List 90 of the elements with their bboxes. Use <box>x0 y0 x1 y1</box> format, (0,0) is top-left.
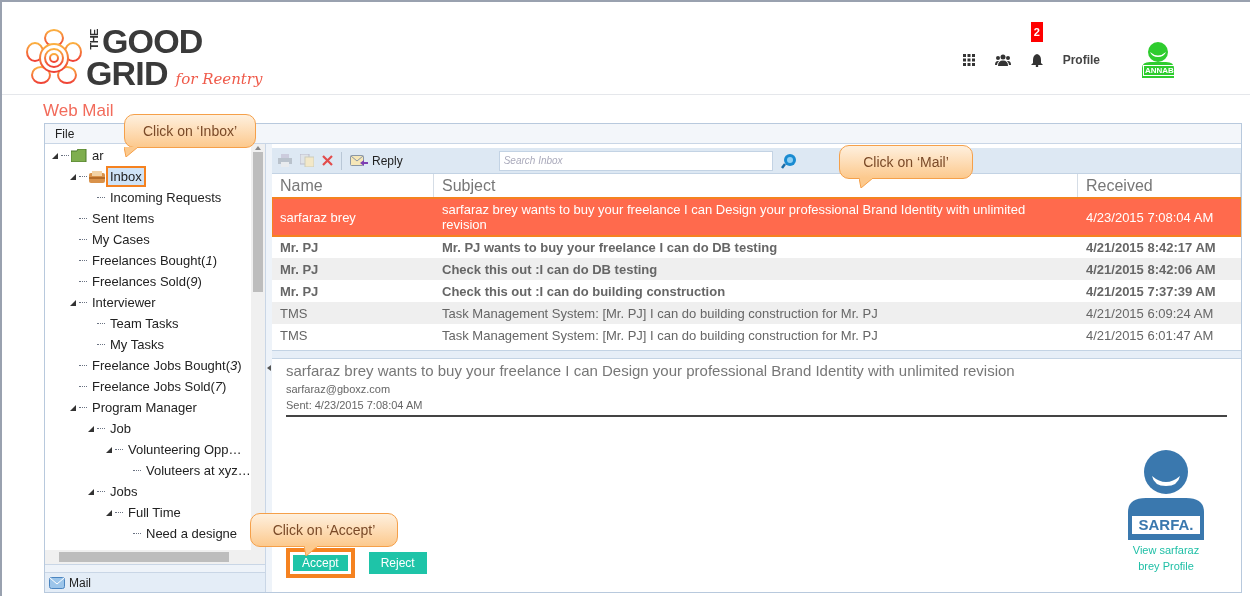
message-row[interactable]: Mr. PJ Check this out :I can do DB testing 4/21/2015 8:42:06 AM <box>272 258 1241 280</box>
logo-tagline: for Reentry <box>175 72 263 87</box>
vertical-scrollbar[interactable] <box>251 144 265 550</box>
search-icon[interactable] <box>780 152 797 169</box>
subject-cell-text: Task Management System: [Mr. PJ] I can do building construction for Mr. PJ <box>441 305 879 321</box>
expanded-triangle-icon[interactable] <box>70 404 76 411</box>
avatar-label: SARFA. <box>1132 516 1200 534</box>
tree-item[interactable]: My Tasks <box>108 336 166 353</box>
sender-cell-text: sarfaraz brey <box>279 209 357 225</box>
tree-item[interactable]: Program Manager <box>90 399 199 416</box>
callout-pointer-icon <box>124 147 138 157</box>
expanded-triangle-icon[interactable] <box>70 173 76 180</box>
expanded-triangle-icon[interactable] <box>52 152 58 159</box>
sender-cell-text: Mr. PJ <box>279 283 320 299</box>
sender-cell-text: TMS <box>279 305 309 321</box>
notification-count: 2 <box>1030 21 1043 42</box>
sent-date: Sent: 4/23/2015 7:08:04 AM <box>286 398 424 413</box>
tooltip-callout: Click on ‘Mail’ <box>839 145 973 179</box>
inbox-icon <box>89 170 105 183</box>
subject-cell-text: sarfaraz brey wants to buy your freelance I can Design your professional Brand Identity with unlimited revision <box>441 202 1027 232</box>
delete-icon[interactable] <box>322 155 333 166</box>
tree-item[interactable]: Job <box>108 420 133 437</box>
person-silhouette-icon <box>1140 42 1176 78</box>
tree-item[interactable]: Freelances Bought(1) <box>90 252 220 269</box>
menu-item[interactable]: File <box>55 124 75 143</box>
received-cell-text: 4/21/2015 6:09:24 AM <box>1085 305 1215 321</box>
tree-item[interactable]: Freelance Jobs Bought(3) <box>90 357 244 374</box>
received-cell-text: 4/21/2015 8:42:17 AM <box>1085 239 1217 255</box>
expanded-triangle-icon[interactable] <box>106 509 112 516</box>
column-header[interactable]: Received <box>1078 174 1241 198</box>
page-title: Web Mail <box>43 100 114 122</box>
tree-item[interactable]: ar <box>90 147 106 164</box>
tree-item[interactable]: Freelances Sold(9) <box>90 273 204 290</box>
expanded-triangle-icon[interactable] <box>88 425 94 432</box>
column-header[interactable]: Subject <box>434 174 1078 198</box>
logo-text: GRID <box>86 57 168 89</box>
received-cell-text: 4/23/2015 7:08:04 AM <box>1085 209 1215 225</box>
expanded-triangle-icon[interactable] <box>88 488 94 495</box>
expanded-triangle-icon[interactable] <box>106 446 112 453</box>
callout-pointer-icon <box>859 178 873 188</box>
grid-icon[interactable] <box>962 54 975 66</box>
tree-item[interactable]: Need a designe <box>144 525 240 542</box>
callout-pointer-icon <box>304 546 318 556</box>
scrollbar-thumb[interactable] <box>253 152 263 292</box>
message-subject: sarfaraz brey wants to buy your freelance I can Design your professional Brand Identity with unlimited revision <box>286 361 1016 381</box>
envelope-reply-icon <box>350 154 368 167</box>
tree-item[interactable]: Sent Items <box>90 210 157 227</box>
tree-item[interactable]: My Cases <box>90 231 152 248</box>
sender-cell-text: Mr. PJ <box>279 261 320 277</box>
subject-cell-text: Check this out :I can do DB testing <box>441 261 659 277</box>
message-row[interactable]: Mr. PJ Mr. PJ wants to buy your freelance I can do DB testing 4/21/2015 8:42:17 AM <box>272 236 1241 258</box>
tree-item[interactable]: Team Tasks <box>108 315 181 332</box>
tooltip-callout: Click on ‘Accept’ <box>250 513 398 547</box>
scroll-up-arrow-icon[interactable] <box>255 146 261 150</box>
envelope-icon <box>49 576 65 589</box>
sender-cell-text: TMS <box>279 327 309 343</box>
mail-nav-button[interactable]: Mail <box>45 572 265 592</box>
bell-icon[interactable] <box>1030 53 1043 67</box>
collapse-arrow-icon[interactable] <box>267 365 271 371</box>
tree-item[interactable]: Volunteering Opp… <box>126 441 244 458</box>
received-cell-text: 4/21/2015 6:01:47 AM <box>1085 327 1215 343</box>
tree-item[interactable]: Full Time <box>126 504 183 521</box>
tree-item[interactable]: Freelance Jobs Sold(7) <box>90 378 229 395</box>
received-cell-text: 4/21/2015 7:37:39 AM <box>1085 283 1217 299</box>
mail-label: Mail <box>69 574 91 592</box>
scrollbar-thumb[interactable] <box>59 552 229 562</box>
profile-link[interactable]: Profile <box>1062 51 1100 69</box>
received-cell-text: 4/21/2015 8:42:06 AM <box>1085 261 1217 277</box>
subject-cell-text: Check this out :I can do building construction <box>441 283 727 299</box>
tree-item[interactable]: Interviewer <box>90 294 158 311</box>
tree-item[interactable]: Voluteers at xyz… <box>144 462 251 479</box>
sender-avatar[interactable]: SARFA. <box>1128 450 1204 540</box>
message-row[interactable]: TMS Task Management System: [Mr. PJ] I can do building construction for Mr. PJ 4/21/2015 6:09:24 AM <box>272 302 1241 324</box>
sender-cell-text: Mr. PJ <box>279 239 320 255</box>
tree-item[interactable]: Inbox <box>108 168 144 185</box>
search-field[interactable]: Search Inbox <box>498 150 773 171</box>
tree-item[interactable]: Jobs <box>108 483 140 500</box>
sender-email: sarfaraz@gboxz.com <box>286 382 392 397</box>
reply-button[interactable]: Reply <box>350 151 403 170</box>
users-icon[interactable] <box>994 54 1011 66</box>
avatar-label: ANNAB <box>1143 65 1176 76</box>
subject-cell-text: Mr. PJ wants to buy your freelance I can do DB testing <box>441 239 779 255</box>
folder-icon <box>71 149 87 162</box>
subject-cell-text: Task Management System: [Mr. PJ] I can do building construction for Mr. PJ <box>441 327 879 343</box>
horizontal-scrollbar[interactable] <box>45 550 265 564</box>
tooltip-callout: Click on ‘Inbox’ <box>124 114 256 148</box>
tree-item[interactable]: Incoming Requests <box>108 189 224 206</box>
expanded-triangle-icon[interactable] <box>70 299 76 306</box>
column-header[interactable]: Name <box>272 174 434 198</box>
logo-text: GOOD <box>102 25 203 57</box>
